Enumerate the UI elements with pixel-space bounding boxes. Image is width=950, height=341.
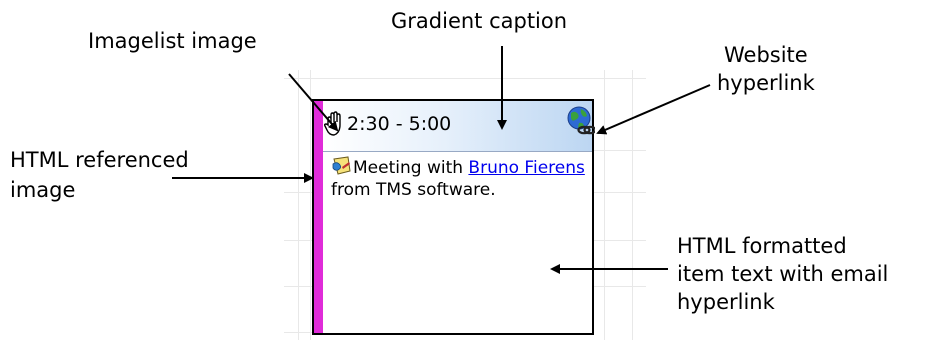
annotation-arrows <box>172 46 711 274</box>
arrow-imagelist-image <box>288 73 339 132</box>
arrow-website-hyperlink <box>596 84 711 135</box>
